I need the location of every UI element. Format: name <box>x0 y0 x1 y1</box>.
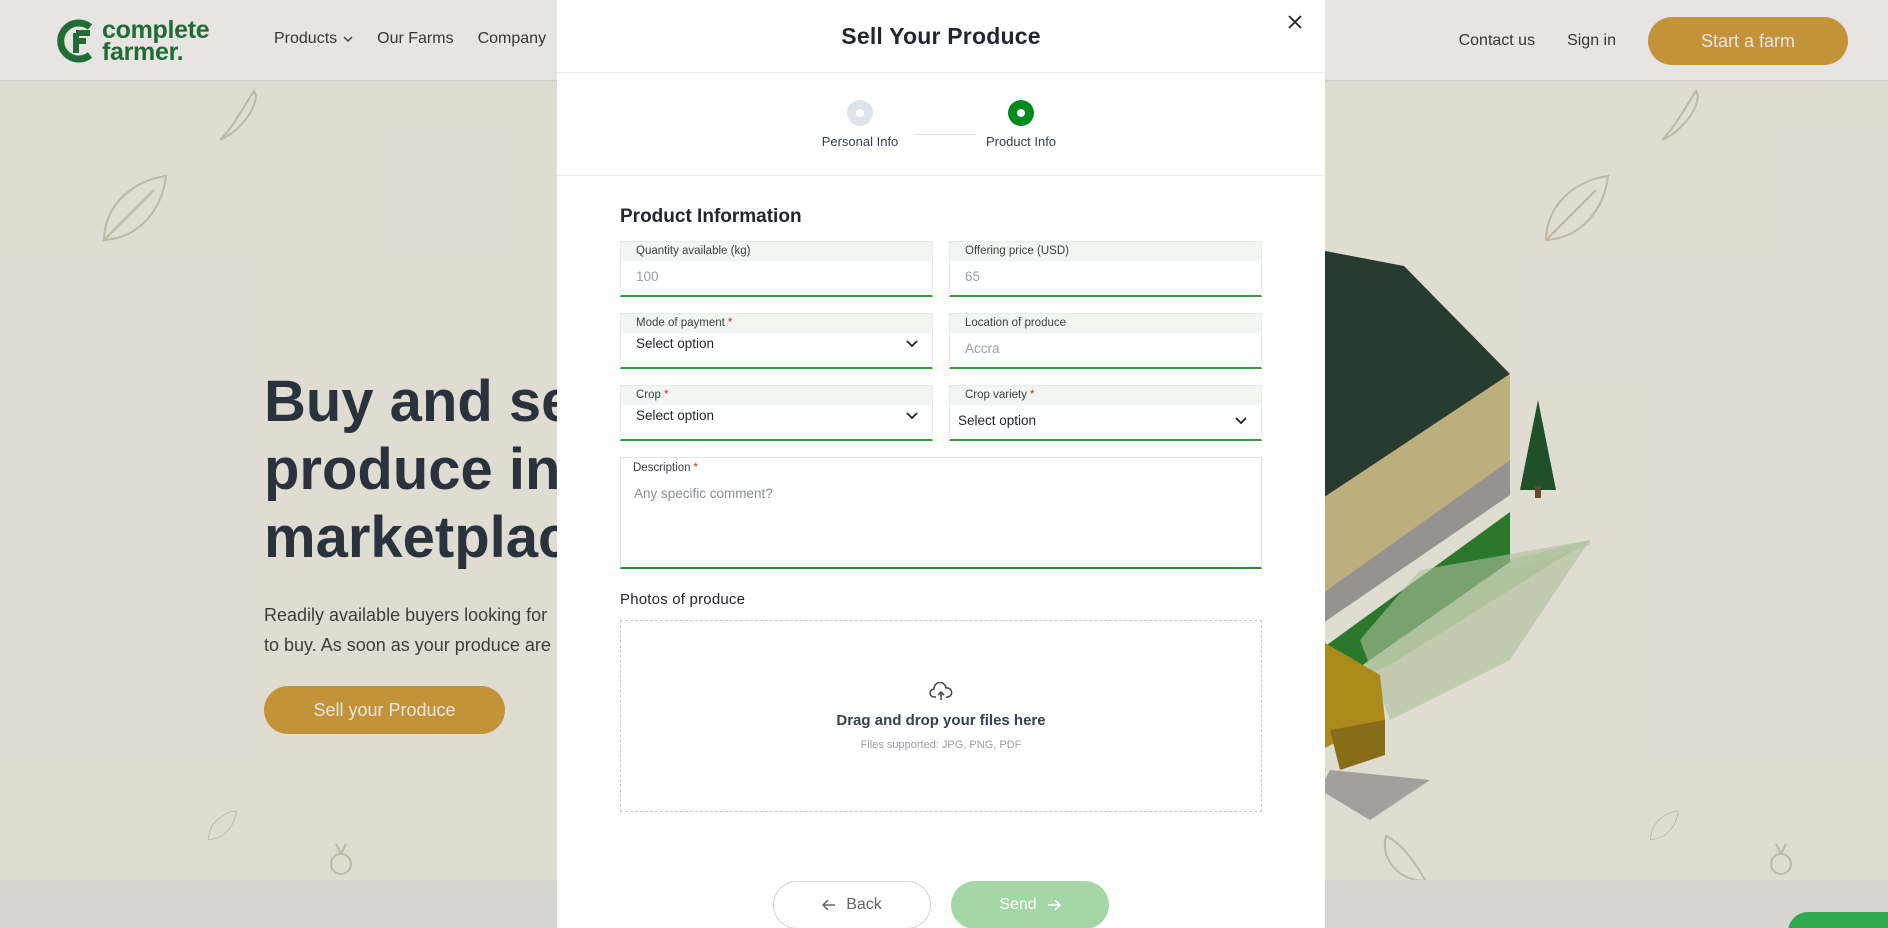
close-button[interactable] <box>1283 10 1307 34</box>
arrow-right-icon <box>1047 899 1061 911</box>
field-label: Crop variety * <box>950 386 1261 405</box>
step-personal-info[interactable]: Personal Info <box>800 100 920 149</box>
upload-cloud-icon <box>929 681 953 700</box>
description-textarea[interactable]: Description * Any specific comment? <box>620 457 1262 569</box>
price-placeholder: 65 <box>965 269 981 284</box>
step-product-info[interactable]: Product Info <box>961 100 1081 149</box>
chat-widget-button[interactable] <box>1788 912 1888 928</box>
field-label: Description * <box>633 462 699 474</box>
price-field[interactable]: Offering price (USD) 65 <box>949 241 1262 297</box>
chevron-down-icon <box>906 339 918 347</box>
section-title: Product Information <box>620 206 802 227</box>
field-label: Quantity available (kg) <box>621 242 932 261</box>
field-label: Location of produce <box>950 314 1261 333</box>
field-label: Mode of payment * <box>621 314 932 333</box>
file-dropzone[interactable]: Drag and drop your files here Files supp… <box>620 620 1262 812</box>
chevron-down-icon <box>1235 416 1247 424</box>
payment-mode-select[interactable]: Mode of payment * Select option <box>620 313 933 369</box>
step-indicator <box>847 100 873 126</box>
crop-variety-select[interactable]: Crop variety * Select option <box>949 385 1262 441</box>
field-label: Offering price (USD) <box>950 242 1261 261</box>
step-indicator-active <box>1008 100 1034 126</box>
dropzone-supported: Files supported: JPG, PNG, PDF <box>860 738 1022 751</box>
quantity-placeholder: 100 <box>636 269 659 284</box>
quantity-field[interactable]: Quantity available (kg) 100 <box>620 241 933 297</box>
location-field[interactable]: Location of produce Accra <box>949 313 1262 369</box>
modal-actions: Back Send <box>557 881 1325 928</box>
arrow-left-icon <box>822 899 836 911</box>
select-value: Select option <box>950 405 1261 428</box>
back-button[interactable]: Back <box>773 881 931 928</box>
send-button[interactable]: Send <box>951 881 1109 928</box>
modal-header: Sell Your Produce <box>557 0 1325 73</box>
step-label: Product Info <box>985 134 1057 149</box>
sell-produce-modal: Sell Your Produce Personal Info Product … <box>557 0 1325 928</box>
crop-select[interactable]: Crop * Select option <box>620 385 933 441</box>
close-icon <box>1288 15 1302 29</box>
description-placeholder: Any specific comment? <box>634 486 773 501</box>
modal-title: Sell Your Produce <box>841 22 1041 49</box>
field-label: Crop * <box>621 386 932 405</box>
select-value: Select option <box>621 405 932 423</box>
stepper: Personal Info Product Info <box>557 73 1325 176</box>
photos-title: Photos of produce <box>620 591 746 608</box>
select-value: Select option <box>621 333 932 351</box>
step-label: Personal Info <box>821 134 899 149</box>
product-form: Product Information Quantity available (… <box>557 206 1325 812</box>
location-placeholder: Accra <box>965 341 1000 356</box>
chevron-down-icon <box>906 411 918 419</box>
dropzone-text: Drag and drop your files here <box>836 711 1046 729</box>
